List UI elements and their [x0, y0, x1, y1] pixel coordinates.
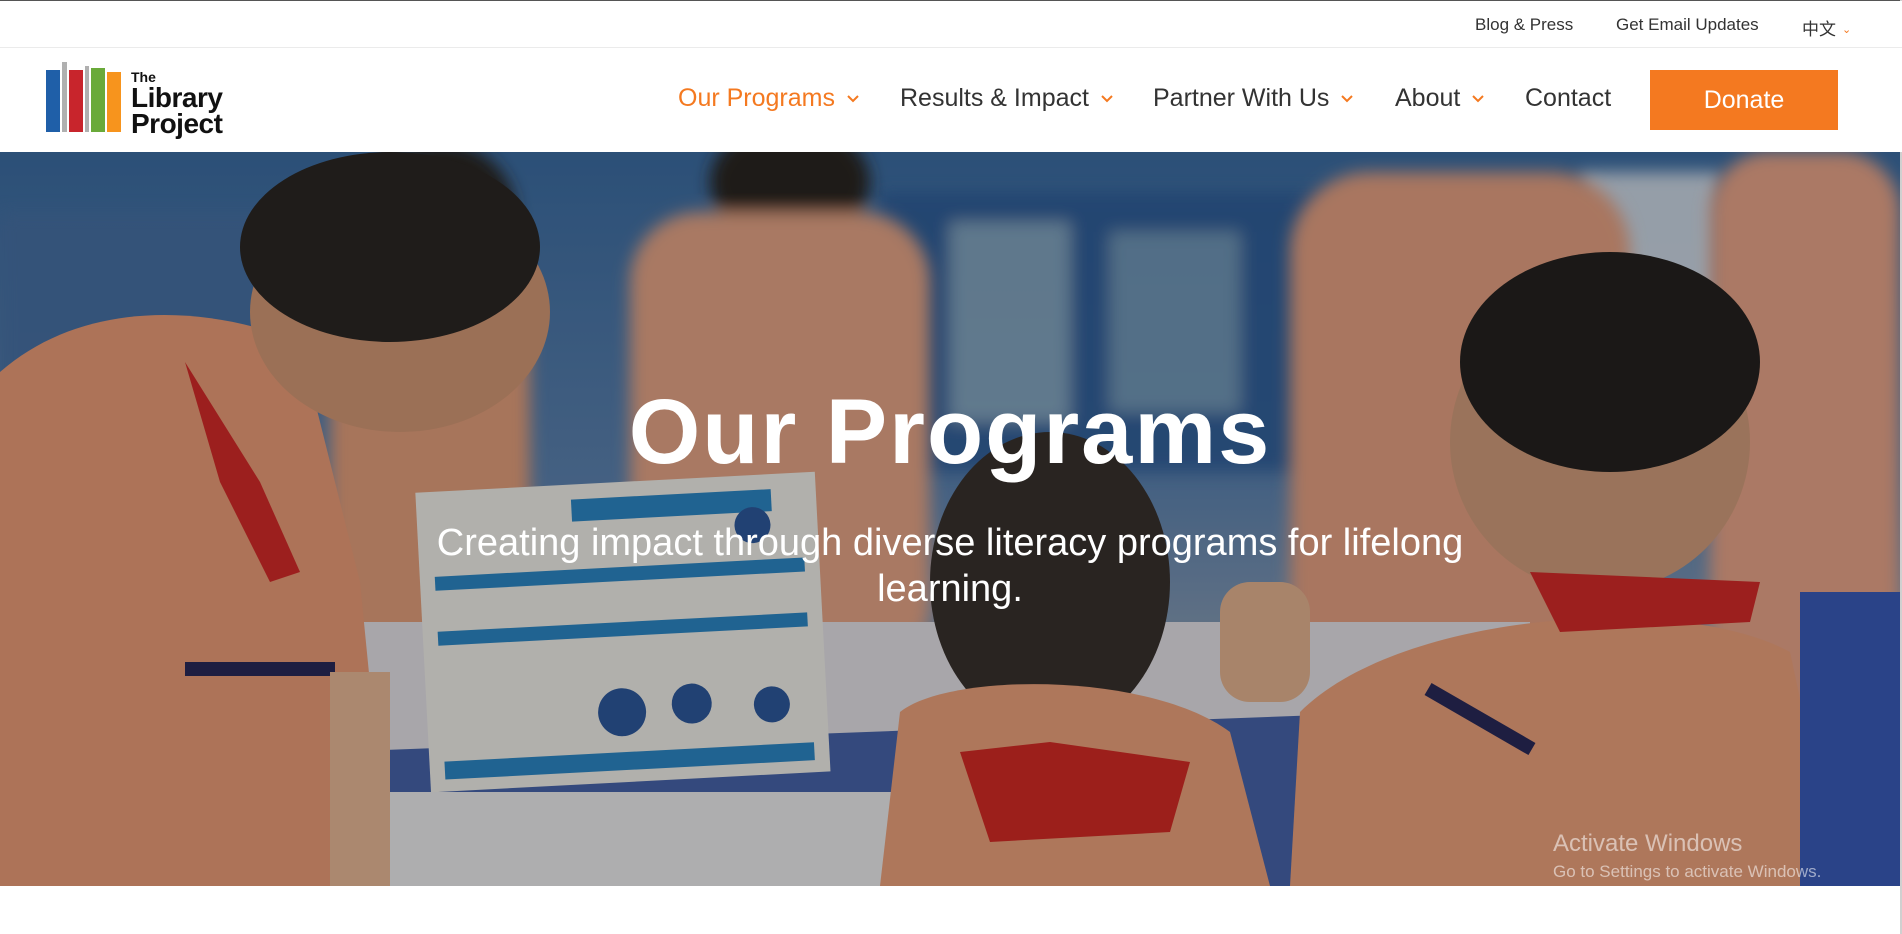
site-logo[interactable]: The Library Project — [46, 60, 246, 140]
nav-label: About — [1395, 84, 1461, 112]
nav-contact[interactable]: Contact — [1525, 84, 1611, 113]
chevron-down-icon — [1341, 95, 1354, 103]
logo-text-project: Project — [131, 108, 223, 139]
hero-banner: Our Programs Creating impact through div… — [0, 152, 1900, 886]
email-updates-link[interactable]: Get Email Updates — [1616, 15, 1759, 35]
nav-about[interactable]: About — [1395, 84, 1485, 113]
chevron-down-icon — [1472, 95, 1485, 103]
nav-label: Results & Impact — [900, 84, 1089, 112]
language-label: 中文 — [1802, 20, 1836, 39]
hero-overlay — [0, 152, 1900, 886]
watermark-title: Activate Windows — [1553, 830, 1743, 857]
language-selector[interactable]: 中文 ⌄ — [1802, 15, 1851, 40]
books-logo-icon — [46, 62, 121, 132]
nav-label: Contact — [1525, 84, 1612, 112]
donate-button[interactable]: Donate — [1650, 70, 1838, 130]
site-header: The Library Project Our Programs Results… — [0, 48, 1902, 152]
nav-partner-with-us[interactable]: Partner With Us — [1153, 84, 1354, 113]
activate-windows-watermark: Activate Windows Go to Settings to activ… — [1553, 830, 1821, 882]
nav-label: Partner With Us — [1153, 84, 1330, 112]
utility-bar: Blog & Press Get Email Updates 中文 ⌄ — [0, 1, 1902, 48]
nav-our-programs[interactable]: Our Programs — [678, 84, 859, 113]
nav-label: Our Programs — [678, 84, 835, 112]
hero-subtitle: Creating impact through diverse literacy… — [436, 522, 1464, 610]
watermark-subtitle: Go to Settings to activate Windows. — [1553, 862, 1822, 881]
blog-press-link[interactable]: Blog & Press — [1475, 15, 1573, 35]
chevron-down-icon — [847, 95, 859, 103]
chevron-down-icon — [1101, 95, 1113, 103]
chevron-down-icon: ⌄ — [1842, 24, 1852, 36]
nav-results-impact[interactable]: Results & Impact — [900, 84, 1113, 113]
hero-title: Our Programs — [628, 381, 1272, 483]
